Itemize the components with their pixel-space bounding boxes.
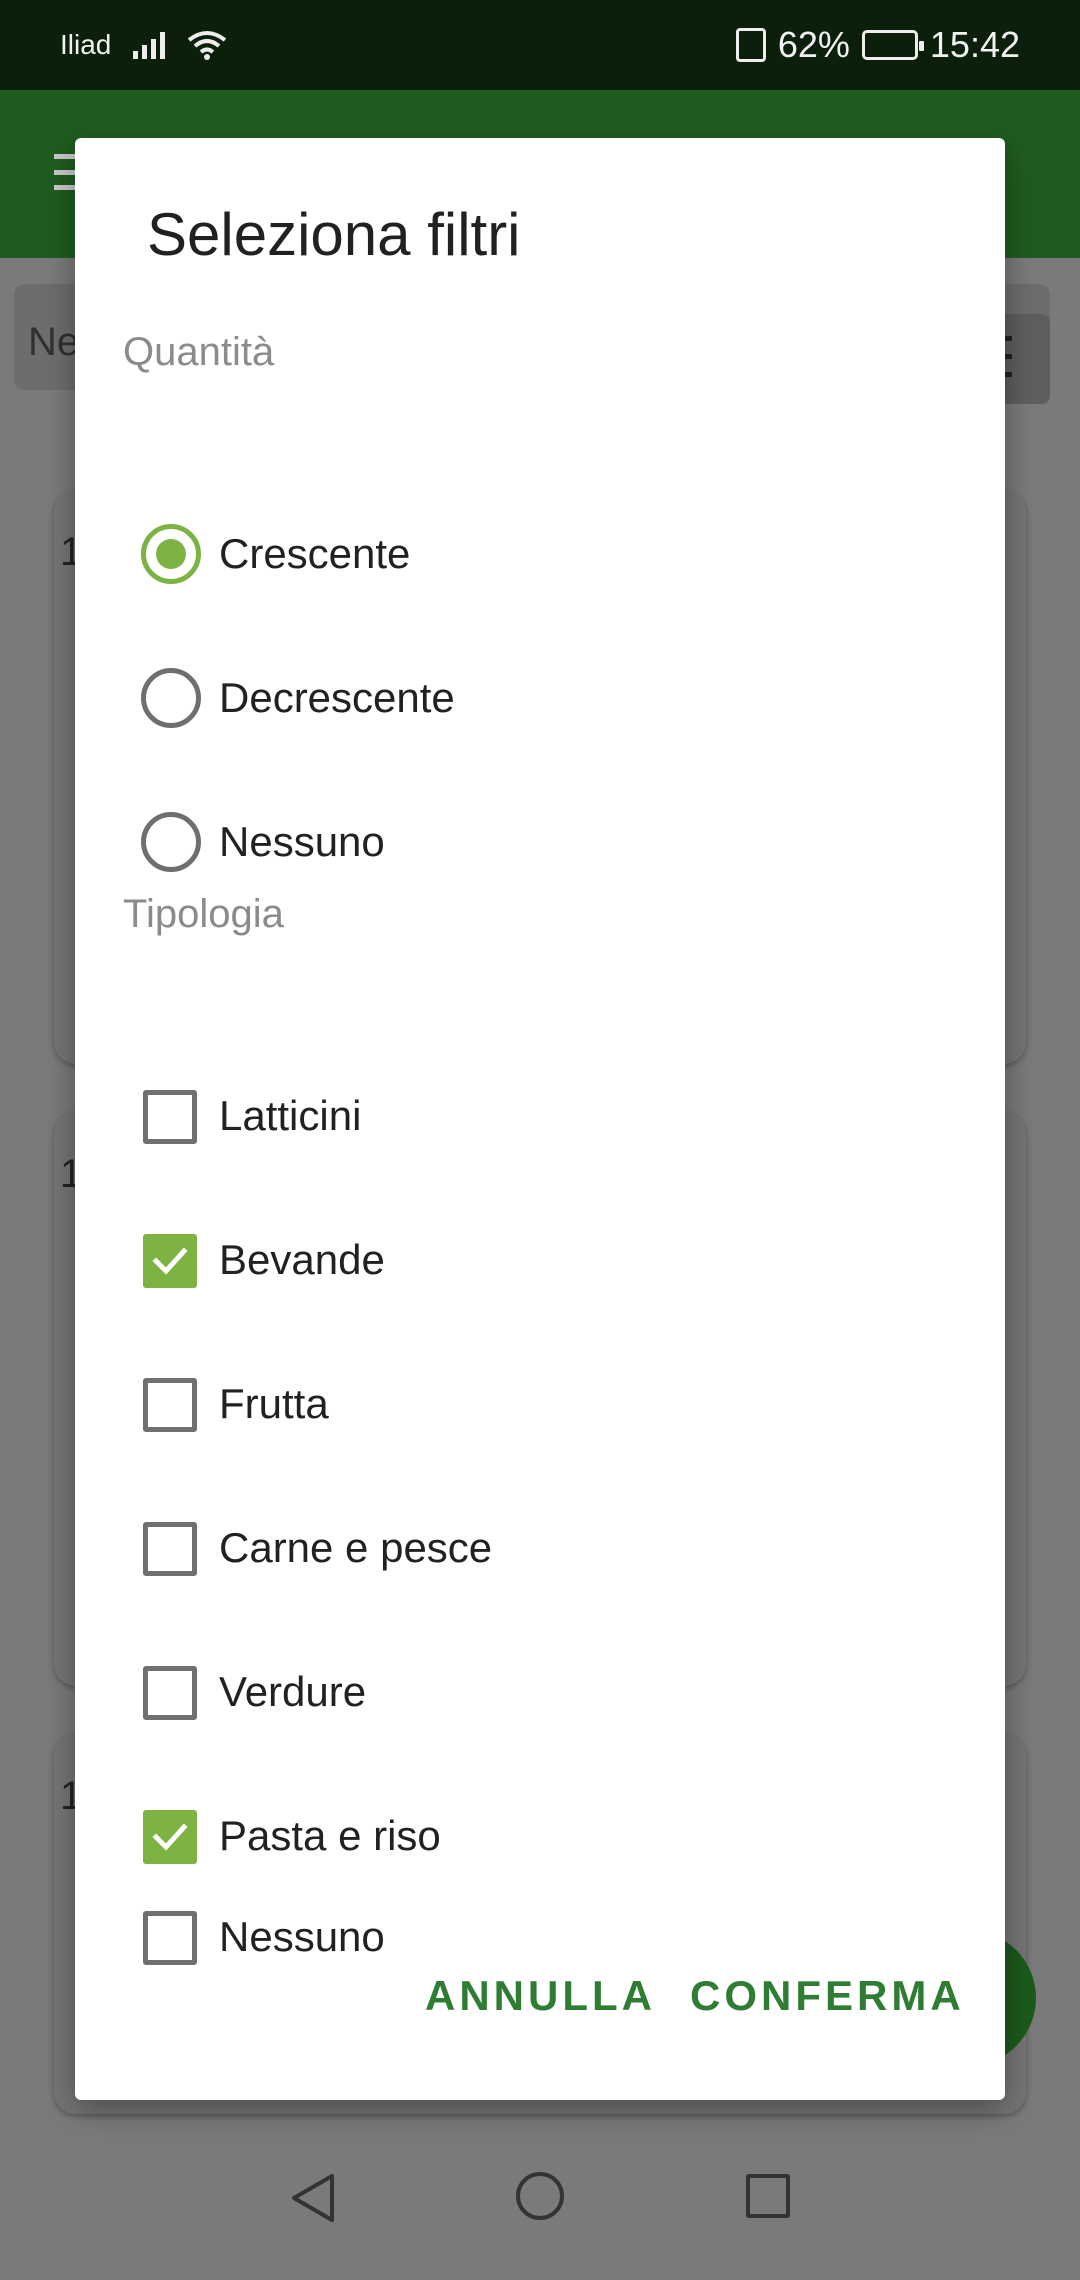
option-label: Pasta e riso (219, 1812, 441, 1859)
filter-dialog: Seleziona filtri Quantità Crescente Decr… (75, 138, 1005, 2100)
checkbox[interactable] (143, 1378, 197, 1432)
confirm-button[interactable]: CONFERMA (690, 1952, 965, 2040)
status-right: 62% 15:42 (735, 0, 1020, 90)
checkbox-option-bevande[interactable]: Bevande (75, 1200, 1005, 1320)
back-icon[interactable] (288, 2172, 338, 2229)
dialog-title: Seleziona filtri (147, 201, 521, 268)
option-label: Nessuno (219, 818, 385, 865)
checkbox[interactable] (143, 1911, 197, 1965)
checkbox[interactable] (143, 1810, 197, 1864)
radio-option-nessuno[interactable]: Nessuno (75, 782, 1005, 902)
checkbox-option-carne-e-pesce[interactable]: Carne e pesce (75, 1488, 1005, 1608)
checkbox-option-frutta[interactable]: Frutta (75, 1344, 1005, 1464)
check-icon (152, 1823, 188, 1851)
checkbox[interactable] (143, 1522, 197, 1576)
vibrate-icon (735, 28, 766, 62)
checkbox[interactable] (143, 1234, 197, 1288)
radio-option-crescente[interactable]: Crescente (75, 494, 1005, 614)
option-label: Verdure (219, 1668, 367, 1715)
option-label: Bevande (219, 1236, 385, 1283)
checkbox-option-verdure[interactable]: Verdure (75, 1632, 1005, 1752)
carrier-name: Iliad (60, 29, 112, 60)
search-input[interactable]: Ne (28, 320, 79, 365)
section-label-quantity: Quantità (123, 330, 275, 374)
status-bar: Iliad 62% 15:42 (0, 0, 1080, 90)
battery-percent: 62% (777, 24, 850, 65)
clock: 15:42 (929, 24, 1020, 65)
cancel-button[interactable]: ANNULLA (425, 1952, 656, 2040)
radio-button[interactable] (141, 668, 201, 728)
radio-button[interactable] (141, 524, 201, 584)
option-label: Latticini (219, 1092, 362, 1139)
recents-icon[interactable] (746, 2174, 790, 2218)
option-label: Frutta (219, 1380, 329, 1427)
check-icon (152, 1247, 188, 1275)
radio-button[interactable] (141, 812, 201, 872)
home-icon[interactable] (516, 2172, 564, 2220)
battery-icon (861, 30, 924, 60)
option-label: Nessuno (219, 1913, 385, 1960)
option-label: Carne e pesce (219, 1524, 493, 1571)
checkbox[interactable] (143, 1090, 197, 1144)
option-label: Crescente (219, 530, 411, 577)
radio-option-decrescente[interactable]: Decrescente (75, 638, 1005, 758)
checkbox[interactable] (143, 1666, 197, 1720)
navigation-bar (0, 2120, 1080, 2280)
status-left: Iliad (60, 0, 227, 90)
signal-icon (133, 31, 166, 59)
option-label: Decrescente (219, 674, 455, 721)
checkbox-option-latticini[interactable]: Latticini (75, 1056, 1005, 1176)
wifi-icon (187, 30, 227, 60)
section-label-type: Tipologia (123, 892, 284, 936)
